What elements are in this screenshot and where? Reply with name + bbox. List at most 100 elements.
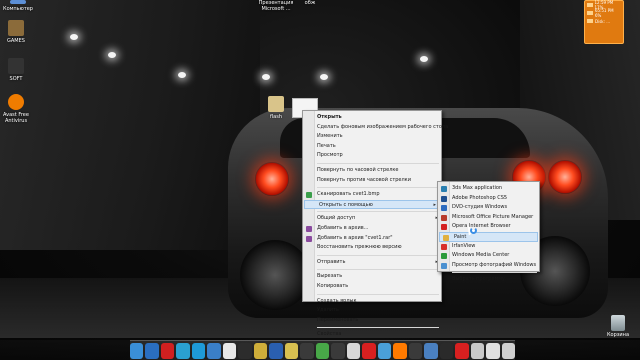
recycle-bin[interactable]: Корзина	[604, 315, 632, 338]
desktop-icon-presentation[interactable]: Презентация Microsoft ...	[256, 0, 296, 12]
dock-app-icon[interactable]	[207, 342, 221, 359]
menu-item-просмотр[interactable]: Просмотр	[303, 151, 441, 161]
dock-app-icon[interactable]	[377, 342, 392, 359]
menu-item-сделать-фоновым-изображением-рабочего-стола[interactable]: Сделать фоновым изображением рабочего ст…	[303, 123, 448, 133]
desktop-icon-obzh[interactable]: обж	[292, 0, 328, 6]
desktop-icon-label: GAMES	[7, 38, 25, 44]
desktop-icon-avast[interactable]: Avast Free Antivirus	[0, 94, 34, 124]
dock-app-icon[interactable]	[176, 342, 190, 359]
menu-item-просмотр-фотографий-windows[interactable]: Просмотр фотографий Windows	[438, 261, 539, 271]
menu-item-windows-media-center[interactable]: Windows Media Center	[438, 251, 539, 261]
menu-item-копировать[interactable]: Копировать	[303, 282, 441, 292]
menu-item-label: Открыть с помощью	[319, 201, 373, 208]
dock-app-icon[interactable]	[439, 342, 454, 359]
menu-separator	[317, 269, 439, 271]
dock-app-icon[interactable]	[191, 342, 206, 359]
app-icon	[441, 243, 447, 250]
menu-item-microsoft-office-picture-manager[interactable]: Microsoft Office Picture Manager	[438, 213, 539, 223]
menu-item-label: Повернуть по часовой стрелке	[317, 166, 399, 173]
menu-item-создать-ярлык[interactable]: Создать ярлык	[303, 297, 441, 307]
dock-app-icon[interactable]	[160, 342, 175, 359]
desktop-icon-label: Презентация Microsoft ...	[258, 0, 294, 12]
games-folder-icon	[8, 20, 24, 36]
desktop-icon-computer[interactable]: Компьютер	[0, 0, 36, 12]
desktop-icon-soft[interactable]: SOFT	[0, 58, 34, 82]
menu-item-label: Изменить	[317, 133, 343, 140]
dock-app-icon[interactable]	[145, 342, 159, 359]
menu-item-dvd-студия-windows[interactable]: DVD-студия Windows	[438, 203, 539, 213]
street-lamp	[262, 74, 270, 80]
car-tail-light	[548, 160, 582, 194]
menu-item-повернуть-против-часовой-стрелки[interactable]: Повернуть против часовой стрелки	[303, 176, 441, 186]
app-icon	[441, 214, 447, 221]
menu-item-сканировать-cvet1-bmp[interactable]: Сканировать cvet1.bmp	[303, 190, 441, 200]
dock-app-icon[interactable]	[284, 342, 299, 359]
dock-app-icon[interactable]	[408, 342, 423, 359]
menu-item-добавить-в-архив[interactable]: Добавить в архив...	[303, 224, 441, 234]
dock-app-icon[interactable]	[346, 342, 361, 359]
busy-spinner-icon	[470, 227, 477, 234]
dock-app-icon[interactable]	[331, 342, 345, 359]
menu-item-label: Печать	[317, 142, 336, 149]
gadget-row-text: 65:51 РМ 6%	[594, 8, 614, 18]
menu-item-opera-internet-browser[interactable]: Opera Internet Browser	[438, 222, 539, 232]
menu-item-label: Создать ярлык	[317, 297, 357, 304]
dock-app-icon[interactable]	[238, 342, 252, 359]
dock-app-icon[interactable]	[486, 342, 500, 359]
menu-item-изменить[interactable]: Изменить	[303, 132, 441, 142]
menu-item-открыть[interactable]: Открыть	[303, 113, 441, 123]
app-dock	[129, 340, 516, 360]
dock-app-icon[interactable]	[300, 342, 314, 359]
menu-item-label: Вырезать	[317, 273, 343, 280]
dock-app-icon[interactable]	[362, 342, 376, 359]
menu-item-adobe-photoshop-cs5[interactable]: Adobe Photoshop CS5	[438, 194, 539, 204]
menu-item-label: Общий доступ	[317, 215, 356, 222]
menu-item-выбрать-программу[interactable]: Выбрать программу...	[438, 275, 539, 285]
dock-app-icon[interactable]	[501, 342, 516, 359]
menu-item-добавить-в-архив-cvet1-rar[interactable]: Добавить в архив "cvet1.rar"	[303, 234, 441, 244]
dock-app-icon[interactable]	[269, 342, 283, 359]
dock-app-icon[interactable]	[315, 342, 330, 359]
menu-item-paint[interactable]: Paint	[439, 231, 538, 242]
menu-item-label: Копировать	[317, 282, 349, 289]
menu-item-печать[interactable]: Печать	[303, 142, 441, 152]
desktop-icon-games[interactable]: GAMES	[0, 20, 34, 44]
menu-item-irfanview[interactable]: IrfanView	[438, 242, 539, 252]
menu-item-label: Просмотр фотографий Windows	[452, 261, 537, 268]
menu-item-переименовать[interactable]: Переименовать	[303, 316, 441, 326]
menu-item-восстановить-прежнюю-версию[interactable]: Восстановить прежнюю версию	[303, 243, 441, 253]
menu-item-общий-доступ[interactable]: Общий доступ▸	[303, 214, 441, 224]
menu-item-label: Добавить в архив...	[317, 224, 369, 231]
system-monitor-gadget[interactable]: 12:59 РМ 17% 65:51 РМ 6% Disk: ...	[584, 0, 624, 44]
menu-item-удалить[interactable]: Удалить	[303, 306, 441, 316]
wallpaper-building-left	[0, 0, 260, 250]
dock-app-icon[interactable]	[455, 342, 469, 359]
menu-separator	[317, 254, 439, 256]
menu-item-label: Opera Internet Browser	[452, 223, 511, 230]
menu-item-label: Microsoft Office Picture Manager	[452, 213, 534, 220]
menu-item-label: 3ds Max application	[452, 185, 503, 191]
menu-item-label: Windows Media Center	[452, 252, 510, 259]
menu-item-3ds-max-application[interactable]: 3ds Max application	[438, 184, 539, 194]
menu-item-label: Сделать фоновым изображением рабочего ст…	[317, 123, 449, 130]
dock-app-icon[interactable]	[253, 342, 268, 359]
dock-app-icon[interactable]	[129, 342, 144, 359]
car-tail-light	[255, 162, 289, 196]
menu-item-свойства[interactable]: Свойства	[303, 330, 441, 340]
app-icon	[306, 225, 312, 232]
app-icon	[441, 205, 447, 212]
menu-item-открыть-с-помощью[interactable]: Открыть с помощью ▸	[304, 199, 440, 210]
desktop-icon-label: Компьютер	[3, 6, 33, 12]
dock-app-icon[interactable]	[424, 342, 438, 359]
recycle-bin-label: Корзина	[606, 332, 630, 338]
menu-item-label: Paint	[454, 233, 467, 240]
dock-app-icon[interactable]	[470, 342, 485, 359]
desktop-icon-flash[interactable]: flash	[258, 96, 294, 120]
dock-app-icon[interactable]	[222, 342, 237, 359]
menu-item-отправить[interactable]: Отправить▸	[303, 258, 441, 268]
dock-app-icon[interactable]	[393, 342, 407, 359]
desktop-icon-label: flash	[270, 114, 282, 120]
menu-item-повернуть-по-часовой-стрелке[interactable]: Повернуть по часовой стрелке	[303, 166, 441, 176]
menu-item-вырезать[interactable]: Вырезать	[303, 272, 441, 282]
open-with-submenu: 3ds Max application Adobe Photoshop CS5 DV…	[437, 181, 540, 282]
